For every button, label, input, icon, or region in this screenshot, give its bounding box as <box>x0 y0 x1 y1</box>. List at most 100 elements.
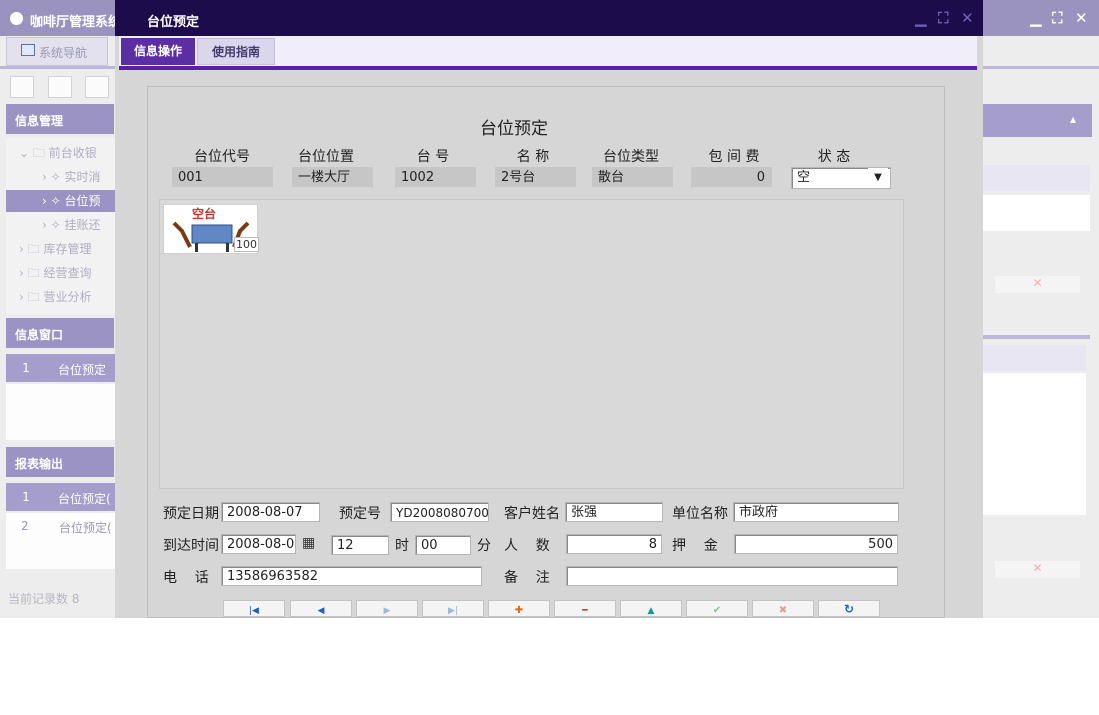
panel-info-window[interactable]: 信息窗口 <box>6 318 114 348</box>
grid-cell[interactable]: 台位预定( <box>59 519 112 536</box>
status-value: 空 <box>797 170 811 185</box>
tree-item-label: 台位预 <box>64 194 101 208</box>
grid-cell[interactable]: 台位预定( <box>58 490 111 507</box>
panel-report-output[interactable]: 报表输出 <box>6 447 114 477</box>
tree-item-front-cash[interactable]: ⌄ 🗀 前台收银 <box>6 142 116 164</box>
label-room-fee: 包 间 费 <box>708 149 760 165</box>
tab-info-operation[interactable]: 信息操作 <box>121 38 195 65</box>
arrive-date-field[interactable]: 2008-08-0 <box>221 534 296 554</box>
label-company-name: 单位名称 <box>672 506 728 522</box>
tree-item-business-query[interactable]: › 🗀 经营查询 <box>6 262 116 284</box>
list-tool-icon[interactable] <box>48 76 72 98</box>
tree-item-realtime[interactable]: › ✧ 实时消 <box>6 166 116 188</box>
grid-cell[interactable]: 台位预定 <box>58 361 106 378</box>
table-no-field[interactable]: 1002 <box>395 167 476 187</box>
people-field[interactable]: 8 <box>566 534 662 554</box>
delete-button[interactable]: ━ <box>554 600 616 617</box>
maximize-icon[interactable]: ⛶ <box>938 9 949 27</box>
row-number: 1 <box>22 490 30 504</box>
label-arrive-time: 到达时间 <box>163 538 219 554</box>
dialog-title: 台位预定 <box>147 15 200 30</box>
tree-item-inventory[interactable]: › 🗀 库存管理 <box>6 238 116 260</box>
add-button[interactable]: ✚ <box>488 600 550 617</box>
cancel-icon: ✖ <box>778 605 788 616</box>
restore-icon[interactable]: ⛶ <box>1052 9 1063 27</box>
label-customer-name: 客户姓名 <box>504 506 560 522</box>
cancel-button[interactable]: ✖ <box>752 600 814 617</box>
close-icon[interactable]: ✕ <box>961 9 974 27</box>
dialog-tabbar: 信息操作 使用指南 <box>119 36 977 67</box>
tree-item-table-reserve[interactable]: › ✧ 台位预 <box>6 190 116 212</box>
prev-record-button[interactable]: ◀ <box>290 600 352 617</box>
tree-item-analysis[interactable]: › 🗀 营业分析 <box>6 286 116 308</box>
company-name-field[interactable]: 市政府 <box>733 502 899 522</box>
tool-icon: ✧ <box>50 194 61 208</box>
label-status: 状 态 <box>817 149 851 165</box>
table-code-field[interactable]: 001 <box>172 167 273 187</box>
doc-tool-icon[interactable] <box>85 76 109 98</box>
chevron-right-icon: › <box>19 266 24 280</box>
edit-icon: ▲ <box>647 606 655 616</box>
phone-field[interactable]: 13586963582 <box>221 566 482 586</box>
table-location-field[interactable]: 一楼大厅 <box>292 167 373 187</box>
monitor-icon <box>21 44 35 56</box>
label-hour: 时 <box>395 538 409 554</box>
tree-item-credit[interactable]: › ✧ 挂账还 <box>6 214 116 236</box>
row-number: 2 <box>21 519 29 533</box>
deposit-field[interactable]: 500 <box>734 534 898 554</box>
table-card[interactable]: 空台 100 <box>163 204 259 254</box>
remark-field[interactable] <box>566 566 898 586</box>
report-grid-header: 1 台位预定( <box>6 483 116 511</box>
expand-icon: ⌄ <box>19 146 30 160</box>
refresh-button[interactable]: ↻ <box>818 600 880 617</box>
info-window-grid-header: 1 台位预定 <box>6 354 116 382</box>
status-select[interactable]: 空 ▼ <box>791 167 891 189</box>
calendar-icon[interactable]: ▦ <box>302 535 315 551</box>
first-record-button[interactable]: |◀ <box>223 600 285 617</box>
label-phone: 电 话 <box>163 570 209 586</box>
form-title: 台位预定 <box>480 119 548 139</box>
label-people: 人 数 <box>504 538 550 554</box>
minute-field[interactable]: 00 <box>415 535 471 555</box>
label-table-no: 台 号 <box>416 149 450 165</box>
table-layout-area <box>159 199 904 489</box>
close-icon[interactable]: ✕ <box>995 561 1080 578</box>
tree-item-label: 经营查询 <box>43 266 92 280</box>
label-table-location: 台位位置 <box>298 149 354 165</box>
last-record-button[interactable]: ▶| <box>422 600 484 617</box>
search-tool-icon[interactable] <box>10 76 34 98</box>
customer-name-field[interactable]: 张强 <box>565 502 663 522</box>
tab-user-guide[interactable]: 使用指南 <box>197 38 275 65</box>
panel-info-manage[interactable]: 信息管理 <box>6 104 114 134</box>
tab-system-nav[interactable]: 系统导航 <box>6 37 108 66</box>
reserve-date-field[interactable]: 2008-08-07 <box>221 502 320 522</box>
label-table-type: 台位类型 <box>603 149 659 165</box>
label-table-name: 名 称 <box>516 149 550 165</box>
tool-icon: ✧ <box>50 170 61 184</box>
minimize-icon[interactable]: ▁ <box>915 9 927 27</box>
hour-field[interactable]: 12 <box>331 535 389 555</box>
table-card-number: 100 <box>234 237 259 252</box>
folder-icon: 🗀 <box>27 290 40 304</box>
reserve-dialog: 台位预定 ▁ ⛶ ✕ 信息操作 使用指南 台位预定 台位代号 台位位置 台 号 … <box>115 0 983 618</box>
room-fee-field[interactable]: 0 <box>691 167 772 187</box>
reserve-no-field[interactable]: YD2008080700 <box>390 502 489 522</box>
app-title: 咖啡厅管理系统 <box>30 15 122 30</box>
last-record-icon: ▶| <box>448 606 458 616</box>
table-type-field[interactable]: 散台 <box>592 167 673 187</box>
edit-button[interactable]: ▲ <box>620 600 682 617</box>
save-button[interactable]: ✔ <box>686 600 748 617</box>
chevron-up-icon[interactable]: ▴ <box>1070 112 1076 126</box>
chevron-down-icon[interactable]: ▼ <box>868 168 888 188</box>
minimize-icon[interactable]: ▁ <box>1030 9 1042 27</box>
label-minute: 分 <box>477 538 491 554</box>
next-record-icon: ▶ <box>383 606 391 616</box>
folder-icon: 🗀 <box>27 242 40 256</box>
row-number: 1 <box>22 361 30 375</box>
close-icon[interactable]: ✕ <box>1075 9 1088 27</box>
close-icon[interactable]: ✕ <box>995 276 1080 293</box>
next-record-button[interactable]: ▶ <box>356 600 418 617</box>
right-grid-header <box>982 345 1086 371</box>
table-name-field[interactable]: 2号台 <box>495 167 576 187</box>
tool-icon: ✧ <box>50 218 61 232</box>
